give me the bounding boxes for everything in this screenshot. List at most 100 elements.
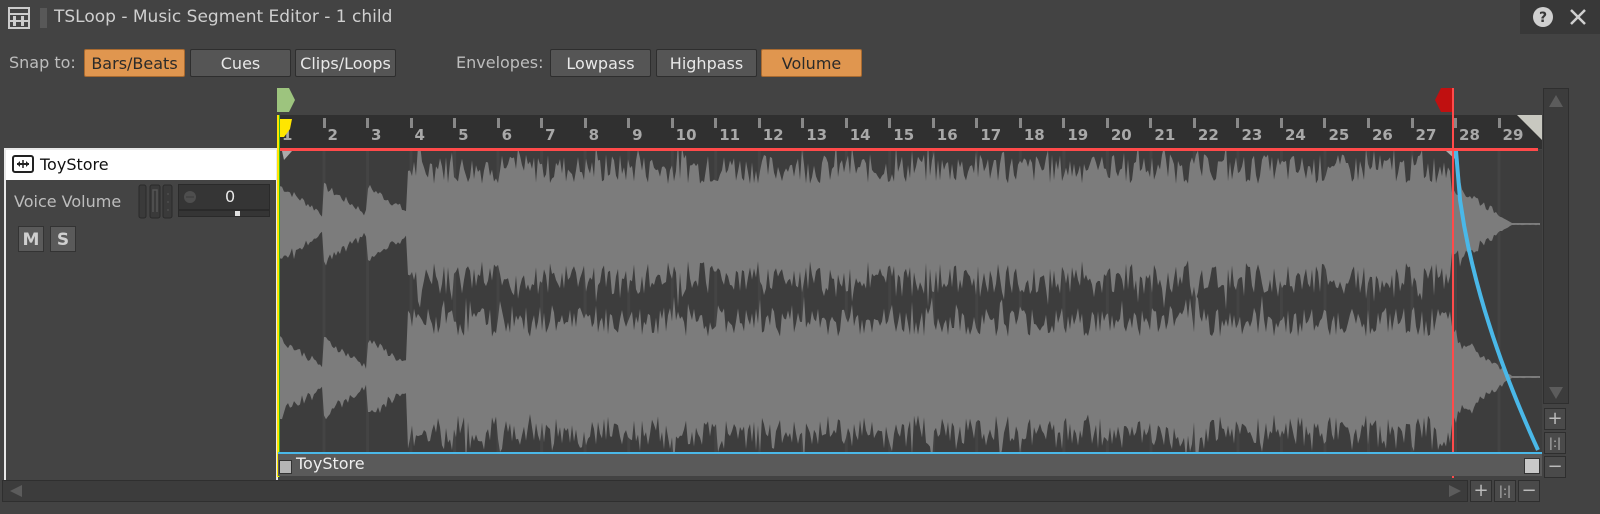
scroll-up-icon[interactable] xyxy=(1549,95,1563,107)
ruler-label-bar-5: 5 xyxy=(458,126,469,144)
ruler-label-bar-8: 8 xyxy=(588,126,600,144)
ruler-label-bar-4: 4 xyxy=(414,126,425,144)
waveform-area[interactable] xyxy=(280,142,1542,465)
ruler-label-bar-23: 23 xyxy=(1241,126,1263,144)
ruler-label-bar-20: 20 xyxy=(1110,126,1132,144)
ruler-label-bar-16: 16 xyxy=(936,126,958,144)
volume-mode-icon[interactable] xyxy=(138,184,174,220)
ruler-tick xyxy=(627,118,631,128)
ruler-tick xyxy=(757,118,761,128)
ruler-tick xyxy=(1236,118,1240,128)
ruler-tick xyxy=(931,118,935,128)
voice-volume-label: Voice Volume xyxy=(14,192,122,211)
bar-grid-line xyxy=(1497,150,1501,452)
clip-bar[interactable]: ToyStore xyxy=(278,452,1542,476)
ruler-tick xyxy=(540,118,544,128)
ruler-tick xyxy=(1105,118,1109,128)
vertical-zoom-out-button[interactable]: − xyxy=(1544,456,1566,478)
vertical-scrollbar[interactable] xyxy=(1543,88,1569,404)
vertical-zoom-in-button[interactable]: + xyxy=(1544,408,1566,430)
waveform xyxy=(280,142,1540,465)
ruler-tick xyxy=(801,118,805,128)
svg-text:?: ? xyxy=(1539,10,1547,26)
clip-end-handle[interactable] xyxy=(1524,458,1540,474)
scroll-down-icon[interactable] xyxy=(1549,387,1563,399)
ruler-tick xyxy=(1149,118,1153,128)
voice-volume-value: 0 xyxy=(225,187,236,206)
ruler-label-bar-17: 17 xyxy=(980,126,1002,144)
ruler-tick xyxy=(1192,118,1196,128)
ruler-label-bar-14: 14 xyxy=(849,126,871,144)
exit-cue-marker[interactable] xyxy=(1433,88,1455,114)
voice-volume-control[interactable]: 0 xyxy=(138,184,270,220)
ruler-label-bar-13: 13 xyxy=(806,126,828,144)
ruler-label-bar-24: 24 xyxy=(1284,126,1306,144)
segment-start-marker[interactable] xyxy=(277,88,297,114)
voice-volume-slider-handle[interactable] xyxy=(235,211,240,216)
ruler-tick xyxy=(1018,118,1022,128)
clip-start-handle[interactable] xyxy=(279,460,292,474)
ruler-label-bar-10: 10 xyxy=(675,126,697,144)
ruler-label-bar-1: 1 xyxy=(282,126,293,144)
mute-button[interactable]: M xyxy=(18,226,44,252)
ruler-tick xyxy=(1279,118,1283,128)
horizontal-scrollbar[interactable] xyxy=(2,480,1468,502)
ruler-tick xyxy=(1323,118,1327,128)
ruler-tick xyxy=(888,118,892,128)
ruler-label-bar-11: 11 xyxy=(719,126,741,144)
envelope-highpass-button[interactable]: Highpass xyxy=(656,49,757,77)
voice-volume-slider[interactable] xyxy=(178,210,270,217)
ruler-label-bar-18: 18 xyxy=(1023,126,1045,144)
voice-volume-field[interactable]: 0 xyxy=(178,184,270,210)
ruler-tick xyxy=(714,118,718,128)
snap-bars-beats-button[interactable]: Bars/Beats xyxy=(84,49,185,77)
ruler-tick xyxy=(1062,118,1066,128)
envelope-volume-button[interactable]: Volume xyxy=(761,49,862,77)
solo-button[interactable]: S xyxy=(50,226,76,252)
vertical-zoom-fit-button[interactable]: |:| xyxy=(1544,432,1566,454)
ruler-tick xyxy=(1410,118,1414,128)
ruler-label-bar-22: 22 xyxy=(1197,126,1219,144)
scroll-left-icon[interactable] xyxy=(10,485,22,497)
ruler-tick xyxy=(844,118,848,128)
ruler-label-bar-29: 29 xyxy=(1502,126,1524,144)
ruler-label-bar-21: 21 xyxy=(1154,126,1176,144)
horizontal-zoom-in-button[interactable]: + xyxy=(1470,480,1492,502)
waveform-channel xyxy=(280,142,1540,310)
envelopes-label: Envelopes: xyxy=(456,53,544,72)
ruler-tick xyxy=(975,118,979,128)
scroll-right-icon[interactable] xyxy=(1449,485,1461,497)
ruler-tick xyxy=(322,118,326,128)
horizontal-zoom-out-button[interactable]: − xyxy=(1518,480,1540,502)
clip-name: ToyStore xyxy=(296,454,365,473)
track-panel: ToyStore Voice Volume 0 M S xyxy=(4,148,278,484)
ruler-tick xyxy=(583,118,587,128)
track-header[interactable]: ToyStore xyxy=(6,150,276,180)
ruler-tick xyxy=(1367,118,1370,128)
timeline-ruler[interactable]: 1 2 3 4 5 6 7 8 9 10 11 12 13 14 15 16 17 18 19 20 21 22 23 24 2… xyxy=(280,115,1542,149)
ruler-label-bar-19: 19 xyxy=(1067,126,1089,144)
ruler-label-bar-2: 2 xyxy=(327,126,338,144)
ruler-tick xyxy=(1454,118,1458,128)
help-icon[interactable]: ? xyxy=(1532,6,1554,28)
snap-clips-loops-button[interactable]: Clips/Loops xyxy=(295,49,396,77)
waveform-channel xyxy=(280,295,1540,465)
ruler-label-bar-3: 3 xyxy=(371,126,382,144)
horizontal-zoom-fit-button[interactable]: |:| xyxy=(1494,480,1516,502)
ruler-label-bar-26: 26 xyxy=(1372,126,1393,144)
ruler-tick xyxy=(496,118,500,128)
snap-cues-button[interactable]: Cues xyxy=(190,49,291,77)
ruler-label-bar-9: 9 xyxy=(632,126,643,144)
ruler-tick xyxy=(670,118,674,128)
mixer-icon[interactable] xyxy=(8,7,30,29)
track-name: ToyStore xyxy=(40,155,109,174)
ruler-tick xyxy=(453,118,457,128)
track-expand-icon[interactable] xyxy=(12,155,34,173)
close-icon[interactable] xyxy=(1568,7,1588,27)
title-separator xyxy=(40,8,47,28)
ruler-label-bar-28: 28 xyxy=(1459,126,1480,144)
window-title: TSLoop - Music Segment Editor - 1 child xyxy=(54,7,393,27)
ruler-label-bar-25: 25 xyxy=(1328,126,1350,144)
ruler-label-bar-12: 12 xyxy=(762,126,784,144)
envelope-lowpass-button[interactable]: Lowpass xyxy=(550,49,651,77)
